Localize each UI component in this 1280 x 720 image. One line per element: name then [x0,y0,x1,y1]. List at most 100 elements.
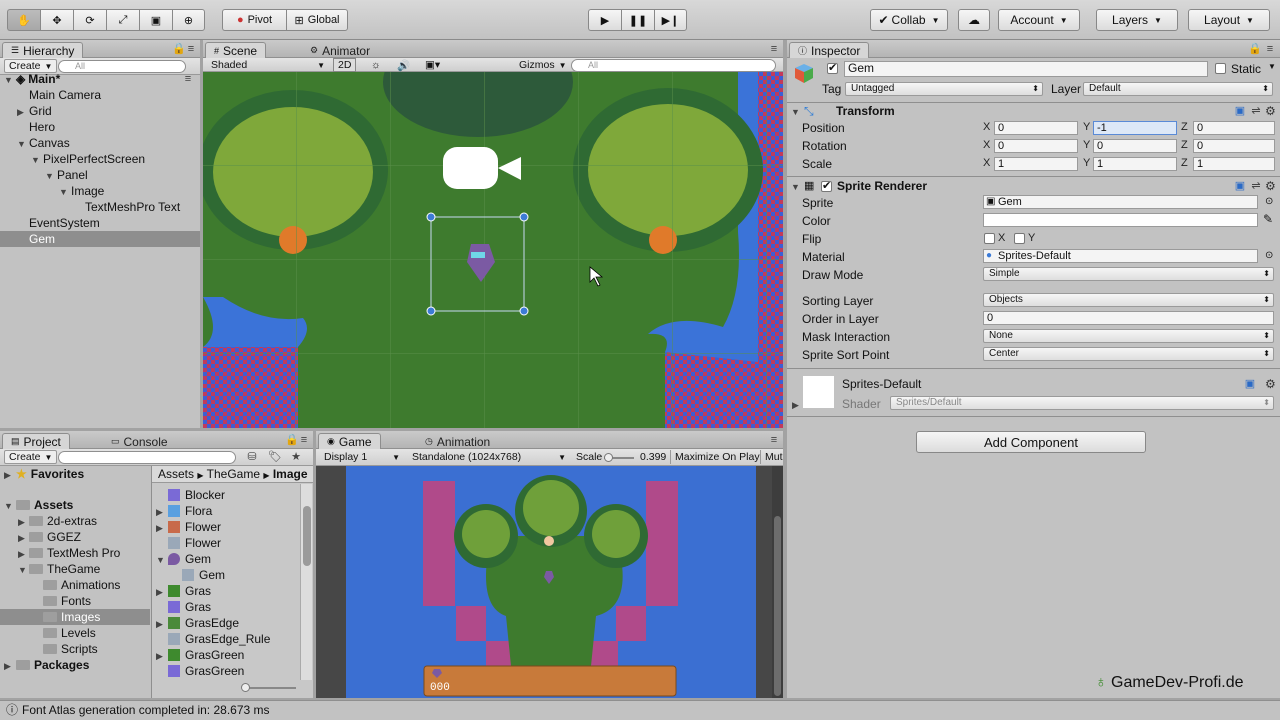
fold-closed-icon[interactable]: ▶ [156,651,166,662]
gear-icon[interactable]: ⚙ [1265,180,1277,192]
fold-closed-icon[interactable]: ▶ [18,533,28,544]
rotation-x-field[interactable]: 0 [994,139,1078,153]
scene-root[interactable]: ◈ Main* [16,71,60,87]
tab-console[interactable]: ▭ Console [102,433,177,449]
layout-dropdown[interactable]: Layout ▼ [1188,9,1270,31]
fold-open-icon[interactable]: ▼ [45,171,55,181]
mask-interaction-dropdown[interactable]: None [983,329,1274,343]
hand-tool-icon[interactable]: ✋ [7,9,40,31]
account-dropdown[interactable]: Account ▼ [998,9,1080,31]
color-field[interactable] [983,213,1258,227]
add-component-button[interactable]: Add Component [916,431,1146,453]
position-x-field[interactable]: 0 [994,121,1078,135]
fold-closed-icon[interactable]: ▶ [18,549,28,560]
gear-icon[interactable]: ⚙ [1265,378,1277,390]
eyedropper-icon[interactable]: ✎ [1263,212,1273,226]
shading-dropdown[interactable]: Shaded ▼ [207,58,327,72]
scale-x-field[interactable]: 1 [994,157,1078,171]
game-viewport[interactable]: 000 [346,466,756,698]
breadcrumb-item[interactable]: TheGame [207,467,260,481]
position-z-field[interactable]: 0 [1193,121,1275,135]
panel-menu-icon[interactable]: ≡ [768,434,780,446]
fold-closed-icon[interactable]: ▶ [17,107,27,118]
shader-dropdown[interactable]: Sprites/Default [890,396,1274,410]
list-item[interactable]: GrasEdge [168,615,239,631]
fold-closed-icon[interactable]: ▶ [156,507,166,518]
scale-z-field[interactable]: 1 [1193,157,1275,171]
filter-label-icon[interactable]: 🏷 [268,451,282,463]
fold-open-icon[interactable]: ▼ [4,501,14,511]
cloud-button[interactable]: ☁ [958,9,990,31]
list-item[interactable]: GrasEdge_Rule [168,631,270,647]
fold-closed-icon[interactable]: ▶ [792,400,802,411]
panel-menu-icon[interactable]: ≡ [185,43,197,55]
list-item[interactable]: Main Camera [29,87,101,103]
fold-open-icon[interactable]: ▼ [4,75,14,85]
scene-search-input[interactable]: All [571,59,776,72]
list-item[interactable]: Gras [168,599,211,615]
panel-menu-icon[interactable]: ≡ [768,43,780,55]
packages-item[interactable]: Packages [16,657,89,673]
icon-size-slider[interactable] [241,683,296,692]
fold-closed-icon[interactable]: ▶ [156,587,166,598]
audio-toggle-icon[interactable]: 🔊 [393,58,414,72]
flip-x-checkbox[interactable] [984,233,995,244]
tag-dropdown[interactable]: Untagged [845,82,1043,96]
list-item[interactable]: Gem [182,567,225,583]
sprite-renderer-enabled-checkbox[interactable]: ✔ [821,180,832,192]
gear-icon[interactable]: ⚙ [1265,105,1277,117]
pause-button[interactable]: ❚❚ [621,9,654,31]
pivot-button[interactable]: ● Pivot [222,9,286,31]
list-item[interactable]: Gras [168,583,211,599]
help-icon[interactable]: ▣ [1234,105,1246,117]
list-item[interactable]: Animations [43,577,120,593]
list-item[interactable]: Levels [43,625,96,641]
2d-toggle[interactable]: 2D [333,58,357,72]
global-button[interactable]: ⊞ Global [286,9,348,31]
fold-closed-icon[interactable]: ▶ [4,470,14,481]
resolution-dropdown[interactable]: Standalone (1024x768) ▼ [408,450,568,464]
move-tool-icon[interactable]: ✥ [40,9,73,31]
list-item[interactable]: Flower [168,535,221,551]
fold-open-icon[interactable]: ▼ [31,155,41,165]
favorites-item[interactable]: ★ Favorites [16,466,84,482]
list-item[interactable]: Panel [57,167,88,183]
layers-dropdown[interactable]: Layers ▼ [1096,9,1178,31]
tab-animation[interactable]: ◷ Animation [416,433,499,449]
draw-mode-dropdown[interactable]: Simple [983,267,1274,281]
fold-open-icon[interactable]: ▼ [18,565,28,575]
list-item[interactable]: TheGame [29,561,100,577]
play-button[interactable]: ▶ [588,9,621,31]
tab-hierarchy[interactable]: ☰ Hierarchy [2,42,84,58]
list-item[interactable]: Hero [29,119,55,135]
fold-closed-icon[interactable]: ▶ [156,619,166,630]
fold-open-icon[interactable]: ▼ [791,107,801,117]
lock-icon[interactable]: 🔒 [1248,43,1262,55]
fold-closed-icon[interactable]: ▶ [18,517,28,528]
effects-dropdown-icon[interactable]: ▣▾ [421,58,444,72]
sorting-layer-dropdown[interactable]: Objects [983,293,1274,307]
layer-dropdown[interactable]: Default [1083,82,1273,96]
file-list-scrollbar[interactable] [300,484,312,680]
slider-thumb[interactable] [604,453,613,462]
static-checkbox[interactable] [1215,63,1226,74]
active-checkbox[interactable]: ✔ [827,62,838,74]
fold-open-icon[interactable]: ▼ [791,182,801,192]
list-item[interactable]: Flora [168,503,212,519]
list-item[interactable]: GrasGreen [168,647,244,663]
assets-item[interactable]: Assets [16,497,73,513]
lock-icon[interactable]: 🔒 [172,43,186,55]
list-item[interactable]: Canvas [29,135,70,151]
position-y-field[interactable]: -1 [1093,121,1177,135]
fold-open-icon[interactable]: ▼ [156,555,166,565]
list-item-selected[interactable]: Gem [0,231,200,247]
status-message[interactable]: Font Atlas generation completed in: 28.6… [22,703,269,717]
scale-y-field[interactable]: 1 [1093,157,1177,171]
fold-closed-icon[interactable]: ▶ [156,523,166,534]
list-item[interactable]: EventSystem [29,215,100,231]
list-item[interactable]: TextMeshPro Text [85,199,180,215]
display-dropdown[interactable]: Display 1 ▼ [320,450,402,464]
tab-game[interactable]: ◉ Game [318,433,381,449]
list-item[interactable]: 2d-extras [29,513,97,529]
object-picker-icon[interactable]: ⊙ [1265,196,1273,207]
